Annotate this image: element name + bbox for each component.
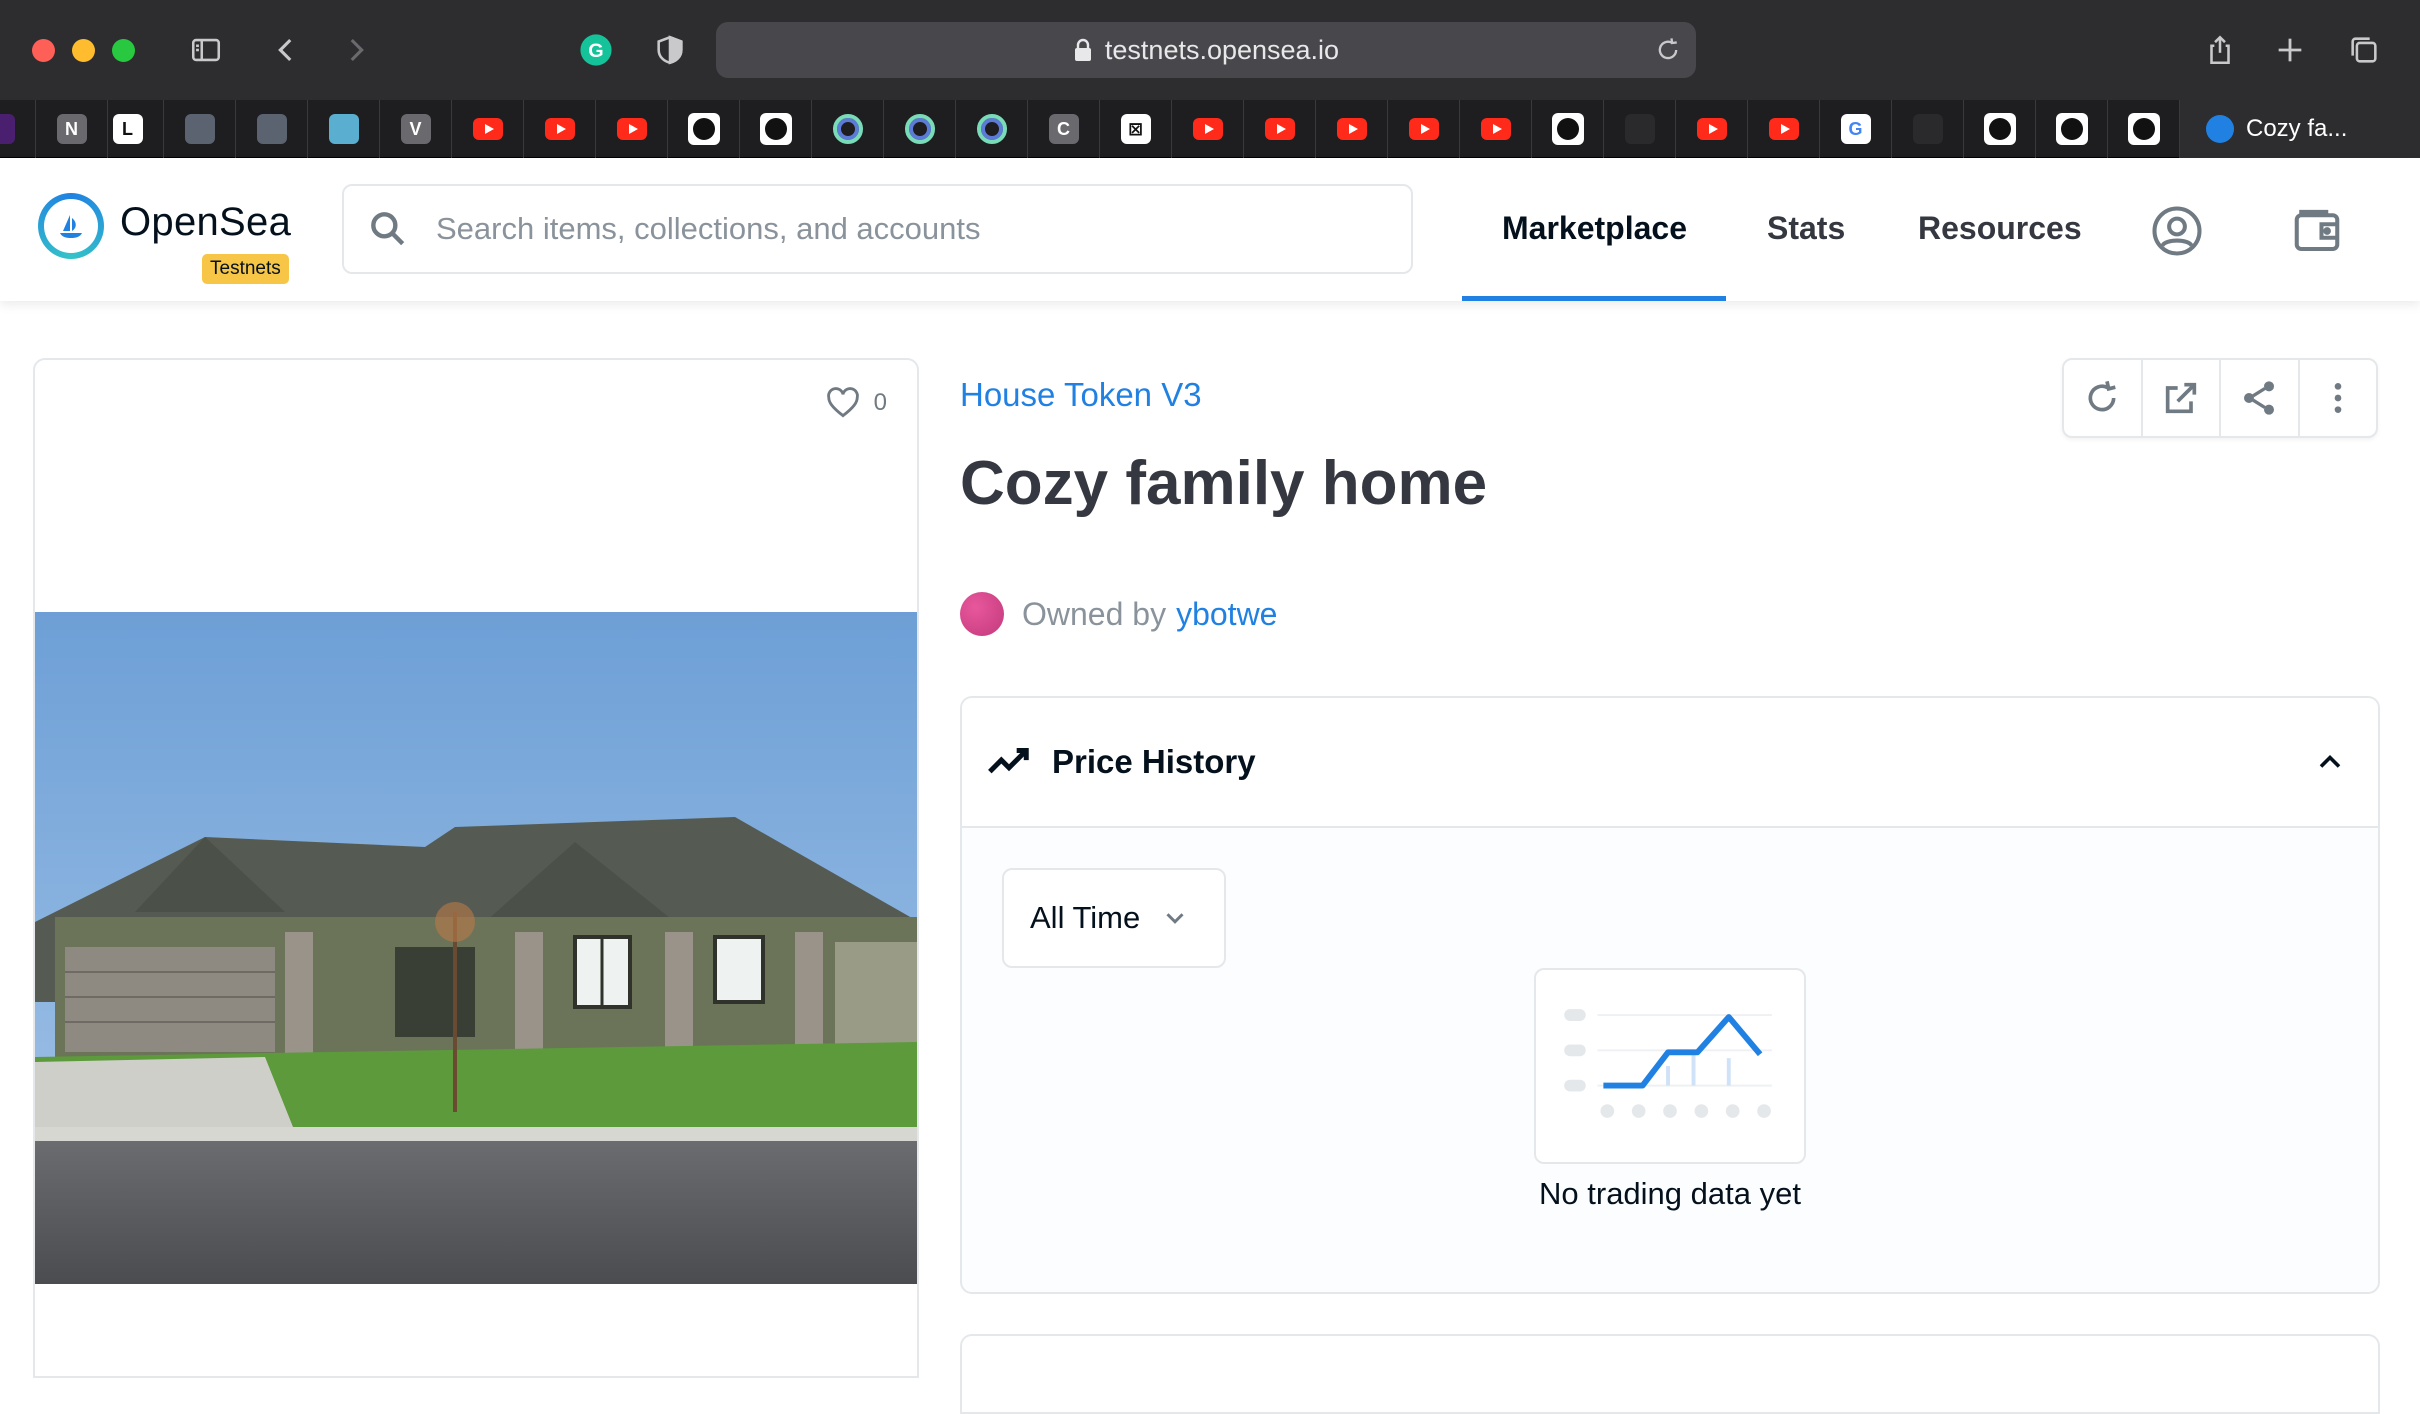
item-actions — [2062, 358, 2378, 438]
view-original-button[interactable] — [2143, 360, 2221, 436]
house-photo[interactable] — [35, 612, 919, 1284]
ring-favicon-icon[interactable] — [956, 100, 1028, 158]
item-title: Cozy family home — [960, 449, 1488, 518]
youtube-favicon-icon[interactable] — [1460, 100, 1532, 158]
brand-name[interactable]: OpenSea — [120, 200, 291, 245]
nav-link-marketplace[interactable]: Marketplace — [1502, 210, 1687, 247]
tab-favicon-icon[interactable] — [236, 100, 308, 158]
chevron-down-icon — [1166, 913, 1184, 924]
tab-overview-icon[interactable] — [2340, 26, 2388, 74]
favorite-count: 0 — [873, 389, 887, 416]
youtube-favicon-icon[interactable] — [1316, 100, 1388, 158]
active-tab-title: Cozy fa... — [2246, 115, 2348, 142]
youtube-favicon-icon[interactable] — [1388, 100, 1460, 158]
refresh-metadata-button[interactable] — [2064, 360, 2143, 436]
svg-text:G: G — [588, 40, 603, 62]
trending-icon — [988, 748, 1029, 774]
tab-favicon-icon[interactable] — [164, 100, 236, 158]
heart-icon — [826, 387, 859, 418]
grammarly-extension-icon[interactable]: G — [572, 26, 620, 74]
refresh-icon — [2088, 380, 2117, 412]
opensea-logo-icon[interactable] — [38, 193, 104, 259]
kebab-menu-icon — [2334, 383, 2342, 413]
browser-toolbar: G testnets.opensea.io — [0, 0, 2420, 100]
github-favicon-icon[interactable] — [668, 100, 740, 158]
no-trading-data-message: No trading data yet — [1539, 1176, 1801, 1211]
zoom-window-button[interactable] — [112, 39, 135, 62]
search-icon — [371, 212, 405, 246]
sidebar-toggle-icon[interactable] — [182, 26, 230, 74]
owned-by-label: Owned by — [1022, 595, 1167, 632]
youtube-favicon-icon[interactable] — [1172, 100, 1244, 158]
tab-favicon-icon[interactable]: V — [380, 100, 452, 158]
opensea-favicon-icon — [2206, 115, 2234, 143]
owner-link[interactable]: ybotwe — [1176, 596, 1277, 633]
youtube-favicon-icon[interactable] — [524, 100, 596, 158]
tab-favicon-icon[interactable]: C — [1028, 100, 1100, 158]
more-options-button[interactable] — [2300, 360, 2377, 436]
price-history-header[interactable]: Price History — [962, 698, 2378, 828]
search-box[interactable] — [342, 184, 1413, 274]
favorite-button[interactable]: 0 — [824, 384, 887, 422]
nft-image-card: 0 — [33, 358, 919, 1378]
tab-favicon-icon[interactable] — [1604, 100, 1676, 158]
github-favicon-icon[interactable] — [1532, 100, 1604, 158]
tab-favicon-icon[interactable] — [1892, 100, 1964, 158]
next-panel — [960, 1334, 2380, 1414]
share-icon[interactable] — [2196, 26, 2244, 74]
google-favicon-icon[interactable]: G — [1820, 100, 1892, 158]
address-bar[interactable]: testnets.opensea.io — [716, 22, 1696, 78]
url-text: testnets.opensea.io — [1104, 34, 1340, 65]
collection-link[interactable]: House Token V3 — [960, 376, 1202, 414]
tab-favicon-icon[interactable]: L — [92, 100, 164, 158]
github-favicon-icon[interactable] — [740, 100, 812, 158]
ring-favicon-icon[interactable] — [812, 100, 884, 158]
price-history-title: Price History — [1052, 743, 1256, 780]
tab-favicon-icon[interactable] — [308, 100, 380, 158]
wallet-icon[interactable] — [2290, 204, 2344, 258]
price-history-panel: Price History All Time No trading data y… — [960, 696, 2380, 1294]
time-range-value: All Time — [1030, 900, 1141, 935]
chevron-up-icon[interactable] — [2312, 744, 2348, 780]
privacy-shield-icon[interactable] — [646, 26, 694, 74]
tab-favicon-icon[interactable]: ⊠ — [1100, 100, 1172, 158]
owner-avatar[interactable] — [960, 592, 1004, 636]
active-nav-indicator — [1462, 296, 1726, 301]
empty-chart-illustration — [1534, 968, 1806, 1164]
external-link-icon — [2165, 382, 2196, 414]
nav-link-stats[interactable]: Stats — [1767, 210, 1845, 247]
lock-icon — [1074, 38, 1091, 61]
tab-strip: N L V C ⊠ G Cozy fa... — [0, 100, 2420, 158]
search-input[interactable] — [436, 211, 1336, 247]
github-favicon-icon[interactable] — [2036, 100, 2108, 158]
github-favicon-icon[interactable] — [2108, 100, 2180, 158]
ring-favicon-icon[interactable] — [884, 100, 956, 158]
youtube-favicon-icon[interactable] — [596, 100, 668, 158]
nav-link-resources[interactable]: Resources — [1918, 210, 2082, 247]
time-range-select[interactable]: All Time — [1002, 868, 1226, 968]
owner-row: Owned by ybotwe — [960, 592, 1277, 636]
reload-icon[interactable] — [1654, 36, 1682, 64]
account-icon[interactable] — [2150, 204, 2204, 258]
testnets-badge: Testnets — [202, 254, 289, 284]
close-window-button[interactable] — [32, 39, 55, 62]
share-button[interactable] — [2221, 360, 2300, 436]
youtube-favicon-icon[interactable] — [1748, 100, 1820, 158]
site-header: OpenSea Testnets Marketplace Stats Resou… — [0, 158, 2420, 301]
new-tab-plus-icon[interactable] — [2266, 26, 2314, 74]
github-favicon-icon[interactable] — [1964, 100, 2036, 158]
youtube-favicon-icon[interactable] — [1244, 100, 1316, 158]
tab-favicon-icon[interactable] — [0, 100, 36, 158]
forward-arrow-icon[interactable] — [332, 26, 380, 74]
minimize-window-button[interactable] — [72, 39, 95, 62]
active-tab[interactable]: Cozy fa... — [2180, 100, 2420, 158]
share-nodes-icon — [2244, 381, 2275, 415]
youtube-favicon-icon[interactable] — [452, 100, 524, 158]
youtube-favicon-icon[interactable] — [1676, 100, 1748, 158]
back-arrow-icon[interactable] — [262, 26, 310, 74]
